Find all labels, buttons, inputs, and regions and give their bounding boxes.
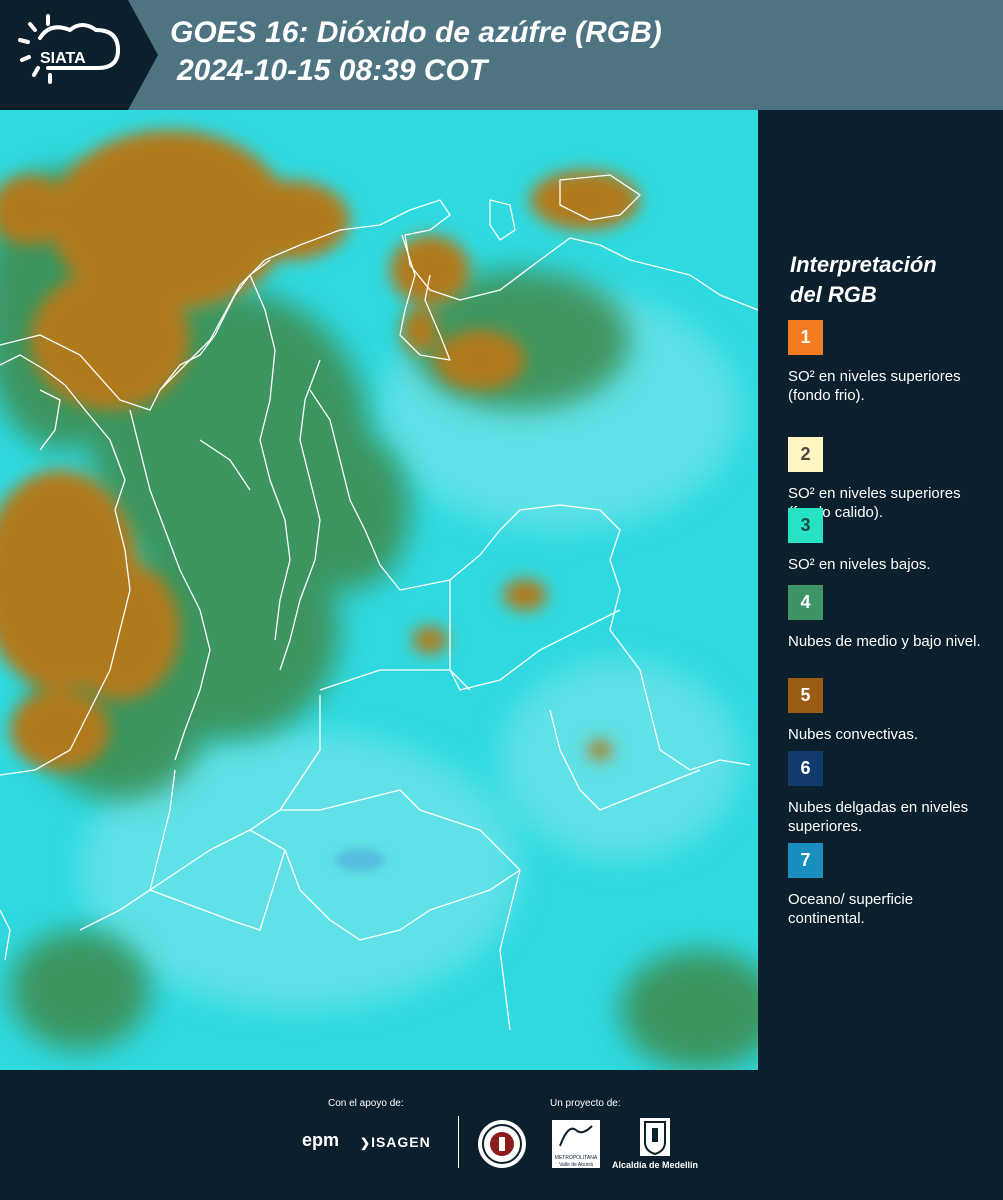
legend-swatch: 7 — [788, 843, 823, 878]
header-bar: SIATA GOES 16: Dióxido de azúfre (RGB) 2… — [0, 0, 1003, 110]
legend-swatch: 3 — [788, 508, 823, 543]
legend-item: 4 Nubes de medio y bajo nivel. — [788, 585, 988, 651]
legend-swatch: 1 — [788, 320, 823, 355]
project-label: Un proyecto de: — [550, 1098, 621, 1109]
legend-panel: Interpretación del RGB 1 SO² en niveles s… — [758, 110, 1003, 1070]
title-line-1: GOES 16: Dióxido de azúfre (RGB) — [170, 16, 662, 49]
legend-swatch: 5 — [788, 678, 823, 713]
alcaldia-shield-icon — [640, 1118, 670, 1156]
support-label: Con el apoyo de: — [328, 1098, 404, 1109]
satellite-image — [0, 110, 758, 1070]
isagen-logo: ❯ISAGEN — [360, 1134, 431, 1150]
medellin-seal-icon — [478, 1120, 526, 1168]
satellite-map — [0, 110, 758, 1070]
alcaldia-label: Alcaldía de Medellín — [612, 1160, 699, 1170]
legend-title: Interpretación del RGB — [790, 250, 990, 310]
title-line-2: 2024-10-15 08:39 COT — [177, 54, 488, 87]
area-metropolitana-logo: METROPOLITANA Valle de Aburrá — [552, 1120, 600, 1168]
legend-item-label: SO² en niveles bajos. — [788, 556, 931, 573]
isagen-logo-text: ISAGEN — [371, 1134, 431, 1150]
legend-swatch: 6 — [788, 751, 823, 786]
siata-logo: SIATA — [0, 0, 160, 110]
legend-item: 7 Oceano/ superficie continental. — [788, 843, 988, 928]
footer-divider — [458, 1116, 459, 1168]
footer: Con el apoyo de: Un proyecto de: epm ❯IS… — [0, 1070, 1003, 1200]
legend-item: 5 Nubes convectivas. — [788, 678, 988, 744]
legend-swatch: 2 — [788, 437, 823, 472]
legend-item-label: Nubes de medio y bajo nivel. — [788, 633, 981, 650]
legend-item: 6 Nubes delgadas en niveles superiores. — [788, 751, 988, 836]
isagen-arrow-icon: ❯ — [360, 1136, 372, 1150]
legend-item: 3 SO² en niveles bajos. — [788, 508, 988, 574]
legend-swatch: 4 — [788, 585, 823, 620]
logo-text: SIATA — [40, 50, 86, 67]
area-line-2: Valle de Aburrá — [559, 1162, 593, 1168]
epm-logo: epm — [302, 1130, 339, 1151]
legend-item-label: Nubes convectivas. — [788, 726, 919, 743]
legend-item-label: Oceano/ superficie continental. — [788, 891, 914, 927]
page-title: GOES 16: Dióxido de azúfre (RGB) 2024-10… — [170, 14, 662, 90]
legend-item: 1 SO² en niveles superiores (fondo frio). — [788, 320, 988, 405]
epm-logo-text: epm — [302, 1130, 340, 1150]
legend-title-line-1: Interpretación — [790, 252, 937, 277]
area-line-1: METROPOLITANA — [554, 1155, 598, 1161]
legend-item-label: Nubes delgadas en niveles superiores. — [788, 799, 969, 835]
legend-title-line-2: del RGB — [790, 282, 877, 307]
legend-item-label: SO² en niveles superiores (fondo frio). — [788, 368, 961, 404]
